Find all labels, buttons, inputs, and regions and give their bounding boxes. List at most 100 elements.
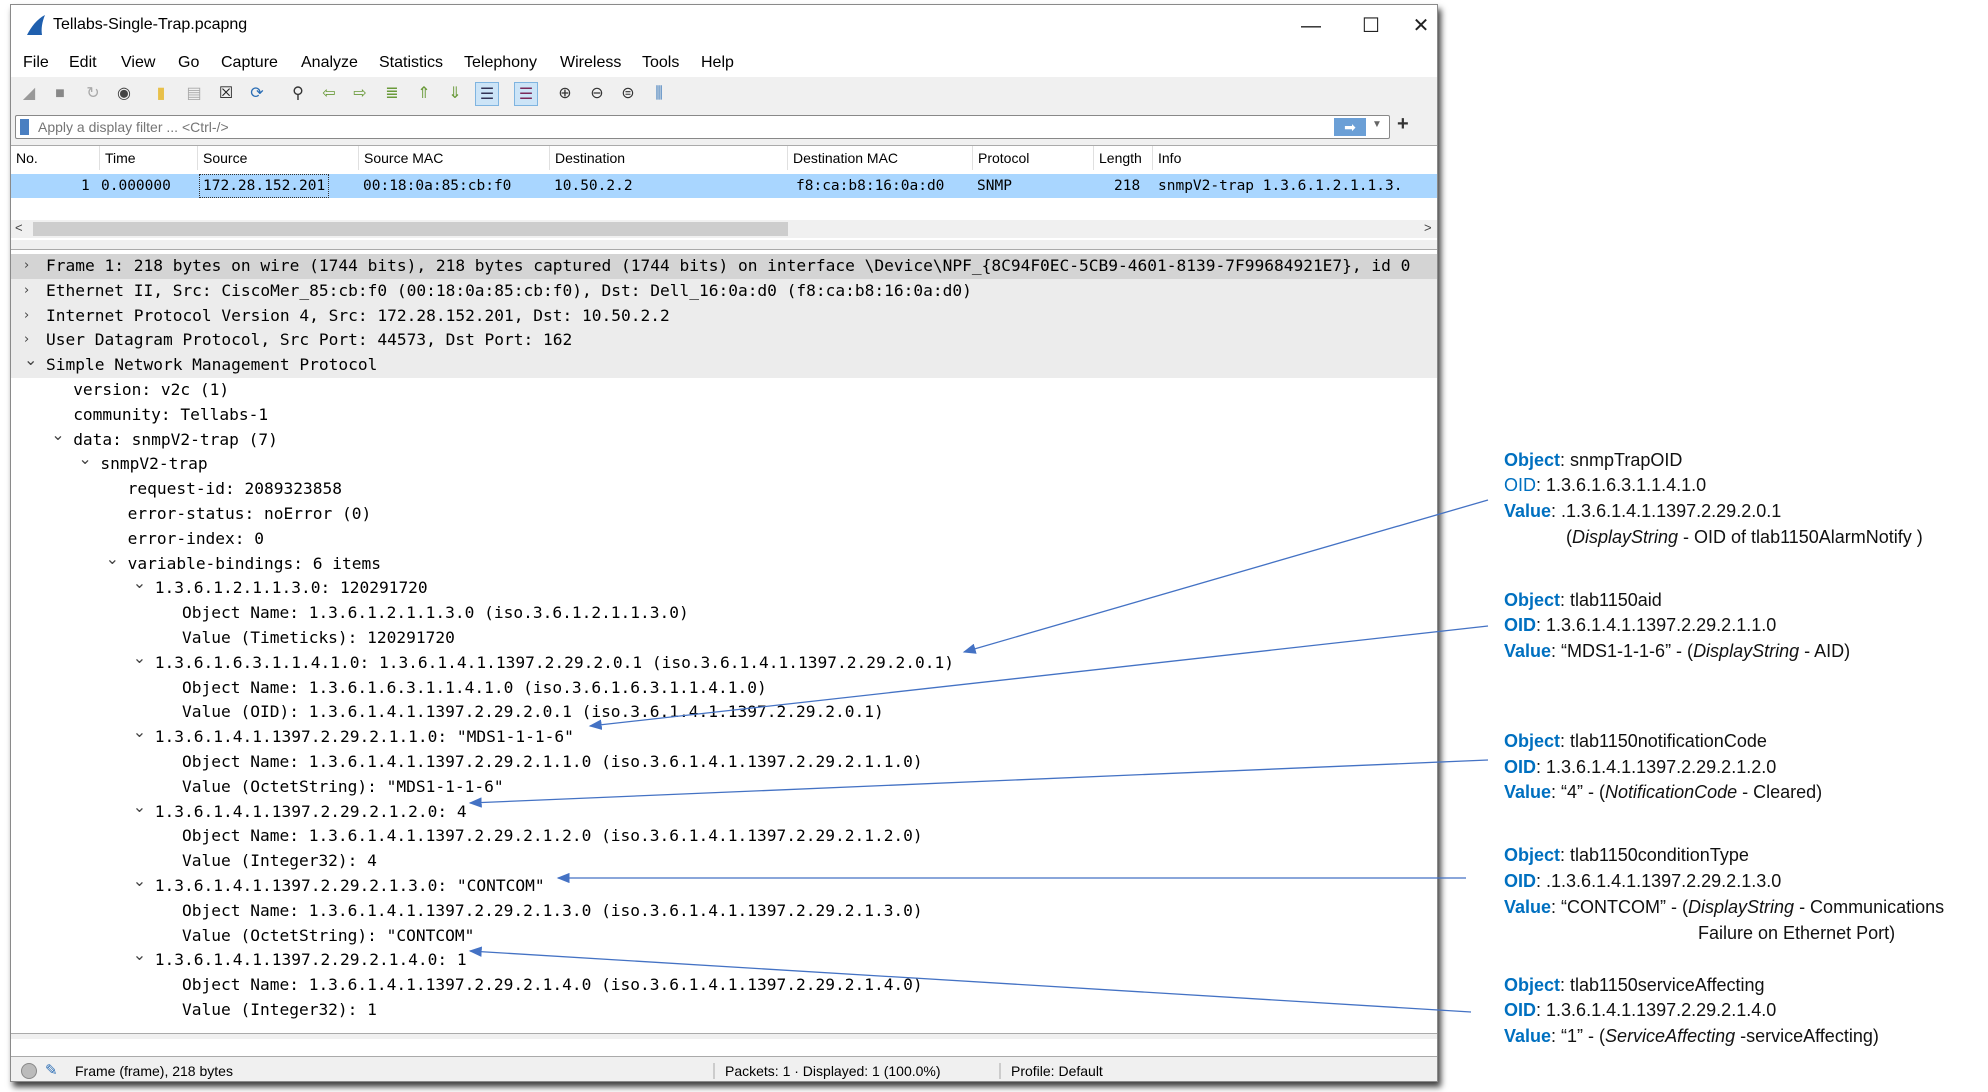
tree-item[interactable]: ⌄ 1.3.6.1.4.1.1397.2.29.2.1.2.0: 4	[11, 797, 1437, 825]
tree-item[interactable]: error-index: 0	[11, 527, 1437, 552]
tree-item[interactable]: Object Name: 1.3.6.1.4.1.1397.2.29.2.1.4…	[11, 973, 1437, 998]
menu-telephony[interactable]: Telephony	[464, 54, 537, 72]
colorize-icon[interactable]: ☰	[514, 82, 538, 106]
scroll-left-icon[interactable]: <	[15, 220, 23, 235]
go-forward-icon[interactable]: ⇨	[348, 82, 372, 106]
add-filter-button[interactable]: +	[1397, 113, 1409, 136]
tree-item[interactable]: version: v2c (1)	[11, 378, 1437, 403]
close-file-icon[interactable]: ☒	[214, 82, 238, 106]
tree-item[interactable]: › Ethernet II, Src: CiscoMer_85:cb:f0 (00…	[11, 278, 1437, 304]
column-header-time[interactable]: Time	[100, 146, 198, 170]
chevron-right-icon[interactable]: ›	[24, 279, 29, 304]
tree-item[interactable]: Object Name: 1.3.6.1.4.1.1397.2.29.2.1.2…	[11, 824, 1437, 849]
chevron-down-icon[interactable]: ⌄	[133, 943, 146, 968]
tree-item[interactable]: Value (OID): 1.3.6.1.4.1.1397.2.29.2.0.1…	[11, 700, 1437, 725]
menu-file[interactable]: File	[23, 54, 49, 72]
tree-item[interactable]: ⌄ 1.3.6.1.4.1.1397.2.29.2.1.4.0: 1	[11, 945, 1437, 973]
resize-columns-icon[interactable]: ⫼	[647, 82, 671, 106]
column-header-length[interactable]: Length	[1094, 146, 1153, 170]
chevron-right-icon[interactable]: ›	[24, 254, 29, 279]
tree-item[interactable]: request-id: 2089323858	[11, 477, 1437, 502]
tree-item[interactable]: ⌄ 1.3.6.1.2.1.1.3.0: 120291720	[11, 573, 1437, 601]
tree-item[interactable]: Object Name: 1.3.6.1.2.1.1.3.0 (iso.3.6.…	[11, 601, 1437, 626]
auto-scroll-icon[interactable]: ☰	[475, 82, 499, 106]
chevron-down-icon[interactable]: ⌄	[133, 646, 146, 671]
menu-capture[interactable]: Capture	[221, 54, 278, 72]
tree-item[interactable]: Value (Timeticks): 120291720	[11, 626, 1437, 651]
capture-options-icon[interactable]: ◉	[112, 82, 136, 106]
column-header-source-mac[interactable]: Source MAC	[359, 146, 550, 170]
packet-list-scrollbar[interactable]: < >	[11, 220, 1437, 238]
chevron-down-icon[interactable]: ⌄	[106, 547, 119, 572]
chevron-down-icon[interactable]: ⌄	[24, 348, 37, 373]
menu-help[interactable]: Help	[701, 54, 734, 72]
tree-item[interactable]: ⌄ snmpV2-trap	[11, 449, 1437, 477]
expert-info-icon[interactable]	[21, 1063, 37, 1079]
tree-item[interactable]: ⌄ 1.3.6.1.4.1.1397.2.29.2.1.3.0: "CONTCOM…	[11, 871, 1437, 899]
tree-item[interactable]: › User Datagram Protocol, Src Port: 44573…	[11, 328, 1437, 354]
chevron-down-icon[interactable]: ⌄	[133, 869, 146, 894]
tree-item[interactable]: Object Name: 1.3.6.1.4.1.1397.2.29.2.1.1…	[11, 750, 1437, 775]
bookmark-icon[interactable]	[20, 119, 29, 135]
scroll-right-icon[interactable]: >	[1424, 220, 1432, 235]
go-back-icon[interactable]: ⇦	[317, 82, 341, 106]
normal-size-icon[interactable]: ⊜	[616, 82, 640, 106]
column-header-info[interactable]: Info	[1153, 146, 1438, 170]
tree-item[interactable]: Value (Integer32): 4	[11, 849, 1437, 874]
tree-item[interactable]: ⌄ 1.3.6.1.6.3.1.1.4.1.0: 1.3.6.1.4.1.1397…	[11, 648, 1437, 676]
scrollbar-thumb[interactable]	[33, 222, 788, 236]
start-capture-icon[interactable]: ◢	[17, 82, 41, 106]
first-packet-icon[interactable]: ⇑	[412, 82, 436, 106]
column-header-protocol[interactable]: Protocol	[973, 146, 1094, 170]
reload-file-icon[interactable]: ⟳	[245, 82, 269, 106]
menu-view[interactable]: View	[121, 54, 155, 72]
tree-item[interactable]: ⌄ data: snmpV2-trap (7)	[11, 425, 1437, 453]
tree-item[interactable]: community: Tellabs-1	[11, 403, 1437, 428]
save-file-icon[interactable]: ▤	[182, 82, 206, 106]
tree-item[interactable]: ⌄ Simple Network Management Protocol	[11, 350, 1437, 378]
menu-analyze[interactable]: Analyze	[301, 54, 358, 72]
find-packet-icon[interactable]: ⚲	[286, 82, 310, 106]
status-profile[interactable]: Profile: Default	[999, 1063, 1103, 1079]
close-button[interactable]: ✕	[1396, 9, 1446, 43]
packet-row[interactable]: 1 0.000000 172.28.152.201 00:18:0a:85:cb…	[11, 174, 1437, 198]
tree-item[interactable]: › Frame 1: 218 bytes on wire (1744 bits),…	[11, 254, 1437, 279]
tree-item[interactable]: Object Name: 1.3.6.1.4.1.1397.2.29.2.1.3…	[11, 899, 1437, 924]
filter-history-dropdown-icon[interactable]: ▼	[1372, 119, 1382, 130]
last-packet-icon[interactable]: ⇓	[443, 82, 467, 106]
zoom-out-icon[interactable]: ⊖	[585, 82, 609, 106]
chevron-down-icon[interactable]: ⌄	[133, 571, 146, 596]
apply-filter-arrow-icon[interactable]: ➡	[1334, 118, 1366, 136]
column-header-destination-mac[interactable]: Destination MAC	[788, 146, 973, 170]
tree-item[interactable]: Object Name: 1.3.6.1.6.3.1.1.4.1.0 (iso.…	[11, 676, 1437, 701]
menu-edit[interactable]: Edit	[69, 54, 97, 72]
chevron-down-icon[interactable]: ⌄	[133, 720, 146, 745]
chevron-down-icon[interactable]: ⌄	[133, 795, 146, 820]
tree-item[interactable]: Value (Integer32): 1	[11, 998, 1437, 1023]
menu-go[interactable]: Go	[178, 54, 199, 72]
chevron-down-icon[interactable]: ⌄	[78, 447, 91, 472]
chevron-down-icon[interactable]: ⌄	[51, 423, 64, 448]
go-to-packet-icon[interactable]: ≣	[380, 82, 404, 106]
open-file-icon[interactable]: ▮	[149, 82, 173, 106]
restart-capture-icon[interactable]: ↻	[81, 82, 105, 106]
tree-item[interactable]: ⌄ variable-bindings: 6 items	[11, 549, 1437, 577]
column-header-no[interactable]: No.	[11, 146, 100, 170]
tree-item[interactable]: Value (OctetString): "MDS1-1-1-6"	[11, 775, 1437, 800]
menu-tools[interactable]: Tools	[642, 54, 679, 72]
menu-statistics[interactable]: Statistics	[379, 54, 443, 72]
display-filter-input[interactable]	[38, 118, 1328, 136]
tree-item[interactable]: Value (OctetString): "CONTCOM"	[11, 924, 1437, 949]
tree-item[interactable]: › Internet Protocol Version 4, Src: 172.2…	[11, 303, 1437, 329]
column-header-destination[interactable]: Destination	[550, 146, 788, 170]
capture-comment-icon[interactable]: ✎	[45, 1061, 58, 1079]
menu-wireless[interactable]: Wireless	[560, 54, 621, 72]
zoom-in-icon[interactable]: ⊕	[553, 82, 577, 106]
tree-item[interactable]: error-status: noError (0)	[11, 502, 1437, 527]
maximize-button[interactable]: ☐	[1346, 9, 1396, 43]
stop-capture-icon[interactable]: ■	[48, 82, 72, 106]
tree-item[interactable]: ⌄ 1.3.6.1.4.1.1397.2.29.2.1.1.0: "MDS1-1-…	[11, 722, 1437, 750]
chevron-right-icon[interactable]: ›	[24, 304, 29, 329]
minimize-button[interactable]: —	[1286, 9, 1336, 43]
column-header-source[interactable]: Source	[198, 146, 359, 170]
